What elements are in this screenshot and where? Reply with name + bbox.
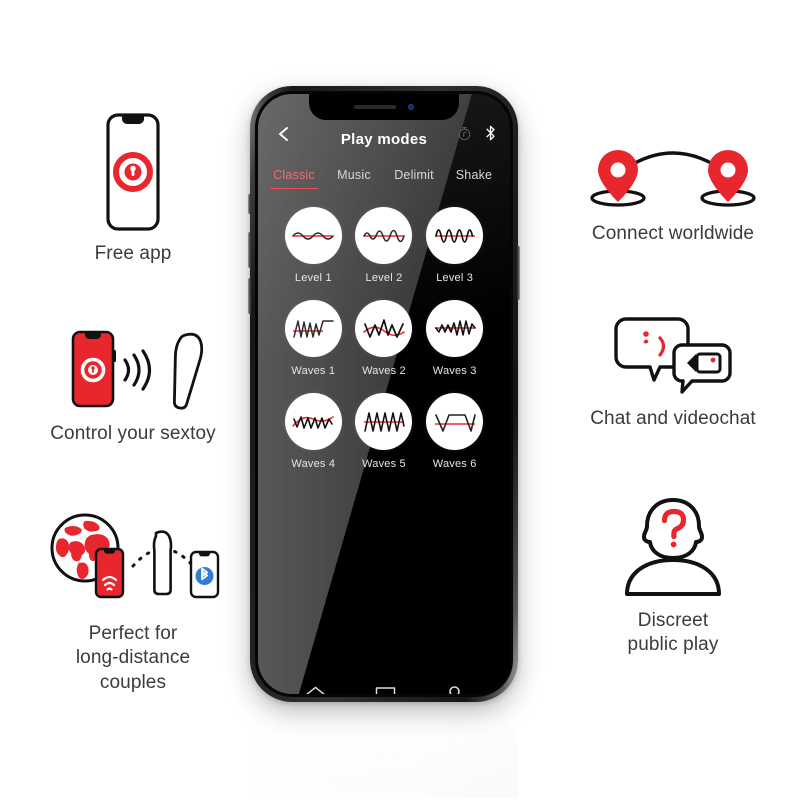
mode-label: Level 3 [436,272,474,284]
phone-volume-down-button[interactable] [248,278,251,314]
feature-discreet-public-play: Discreet public play [558,495,788,658]
chat-bubble-icon[interactable] [374,685,397,694]
feature-chat-videochat: Chat and videochat [558,315,788,431]
phone-with-app-logo-icon [94,112,172,232]
mode-label: Waves 1 [291,365,336,377]
chevron-left-icon[interactable] [276,126,292,142]
phone-mute-switch[interactable] [248,194,251,214]
phone-reflection [250,706,518,798]
wave-valley-peak-valley-icon [355,300,413,357]
mode-label: Waves 2 [362,365,406,377]
app-header: Play modes [258,122,510,156]
bluetooth-icon[interactable] [485,125,496,141]
front-camera [408,104,414,110]
feature-connect-worldwide: Connect worldwide [558,140,788,246]
feature-label: Discreet public play [627,610,719,656]
profile-icon[interactable] [444,685,465,694]
feature-label: Chat and videochat [590,408,756,429]
mode-level-1[interactable]: Level 1 [282,207,345,284]
wave-sine-high-icon [426,207,484,264]
mode-waves-3[interactable]: Waves 3 [423,300,486,377]
mode-label: Waves 6 [432,458,477,470]
feature-free-app: Free app [18,112,248,266]
play-modes-app: Play modes Classic Music Delimit Shake L… [258,122,510,694]
mode-waves-1[interactable]: Waves 1 [282,300,345,377]
home-icon[interactable] [303,684,328,694]
mode-label: Level 2 [365,272,403,284]
mode-waves-5[interactable]: Waves 5 [353,393,416,470]
mode-label: Waves 3 [432,365,477,377]
mode-label: Waves 4 [291,458,336,470]
earpiece-speaker [354,105,396,109]
two-map-pins-arc-icon [578,140,768,212]
mode-waves-4[interactable]: Waves 4 [282,393,345,470]
phone-power-button[interactable] [517,246,520,300]
wave-zigzag-grow-icon [426,300,484,357]
phone-notch [309,94,459,120]
wave-zigzag-arc-icon [284,393,342,450]
wave-zigzag-rise-flat-icon [284,300,342,357]
timer-music-icon[interactable] [457,126,472,141]
mode-waves-2[interactable]: Waves 2 [353,300,416,377]
feature-label: Control your sextoy [50,423,216,444]
header-icon-group [457,125,496,141]
wave-sawtooth-tall-icon [355,393,413,450]
mode-label: Waves 5 [362,458,406,470]
phone-volume-up-button[interactable] [248,232,251,268]
play-mode-grid: Level 1 Level 2 Level 3 Waves 1 Waves 2 … [258,207,510,470]
feature-long-distance: Perfect for long-distance couples [18,508,248,695]
phone-signal-toy-icon [45,326,221,412]
feature-label: Connect worldwide [591,223,755,244]
tab-music[interactable]: Music [324,168,384,189]
tab-shake[interactable]: Shake [444,168,504,189]
mode-level-2[interactable]: Level 2 [353,207,416,284]
globe-phone-toy-bluetooth-icon [41,508,225,612]
wave-trapezoid-pulse-icon [426,393,484,450]
phone-screen: Play modes Classic Music Delimit Shake L… [258,94,510,694]
phone-mockup: Play modes Classic Music Delimit Shake L… [246,86,554,800]
speech-bubble-video-icon [610,315,736,397]
feature-label: Free app [94,243,172,264]
mode-label: Level 1 [294,272,332,284]
feature-label: Perfect for long-distance couples [75,623,191,693]
phone-frame: Play modes Classic Music Delimit Shake L… [248,86,520,702]
promo-canvas: Free app Control your sextoy Perfect for… [0,0,800,800]
anonymous-person-question-icon [613,495,733,599]
wave-sine-low-icon [284,207,342,264]
mode-waves-6[interactable]: Waves 6 [423,393,486,470]
mode-level-3[interactable]: Level 3 [423,207,486,284]
wave-sine-mid-icon [355,207,413,264]
tab-delimit[interactable]: Delimit [384,168,444,189]
feature-control-sextoy: Control your sextoy [18,326,248,446]
tab-classic[interactable]: Classic [264,168,324,189]
bottom-navigation [258,684,510,694]
mode-tabs: Classic Music Delimit Shake [258,168,510,189]
